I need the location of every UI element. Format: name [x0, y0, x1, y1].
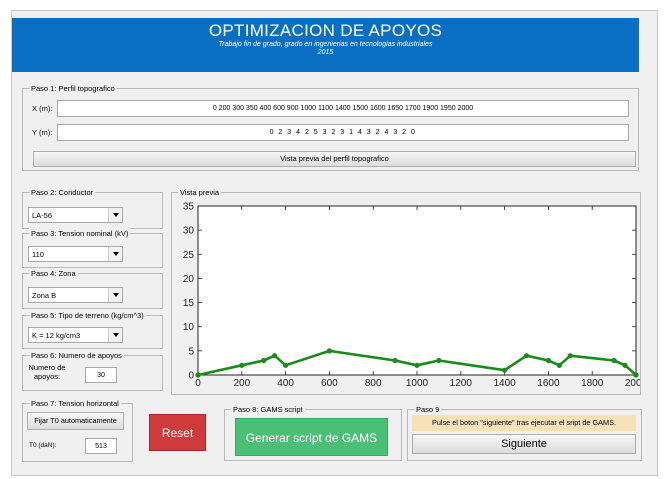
chevron-down-icon[interactable] — [108, 208, 122, 222]
profile-point — [523, 353, 530, 359]
profile-point — [545, 357, 551, 364]
y-tick-label: 35 — [183, 202, 195, 213]
x-tick-label: 1200 — [450, 378, 473, 389]
supports-label: Numero de apoyos: — [28, 363, 66, 381]
profile-point — [272, 353, 278, 359]
profile-point — [633, 372, 639, 378]
app-subtitle: Trabajo fin de grado, grado en ingenieri… — [218, 41, 433, 48]
step8-panel: Paso 8: GAMS script Generar script de GA… — [224, 404, 402, 461]
profile-point — [502, 367, 508, 373]
voltage-select[interactable]: 110 — [28, 246, 123, 262]
step9-legend: Paso 9 — [414, 404, 442, 415]
step5-legend: Paso 5: Tipo de terreno (kg/cm^3) — [29, 310, 146, 321]
step7-panel: Paso 7: Tension horizontal Fijar T0 auto… — [22, 398, 133, 462]
app-year: 2015 — [317, 49, 334, 56]
profile-point — [414, 362, 420, 368]
step1-panel: Paso 1: Perfil topografico X (m): 0 200 … — [22, 83, 639, 171]
x-tick-label: 200 — [233, 378, 250, 389]
step6-legend: Paso 6: Numero de apoyos — [29, 350, 124, 361]
profile-point — [611, 357, 617, 364]
step5-panel: Paso 5: Tipo de terreno (kg/cm^3) K = 12… — [22, 310, 163, 349]
x-tick-label: 1800 — [581, 378, 604, 389]
conductor-select[interactable]: LA-56 — [28, 207, 123, 223]
profile-point — [239, 362, 245, 368]
y-tick-label: 15 — [183, 298, 195, 309]
x-input[interactable]: 0 200 300 350 400 600 900 1000 1100 1400… — [57, 100, 629, 117]
step8-legend: Paso 8: GAMS script — [231, 404, 305, 415]
profile-preview-button[interactable]: Vista previa del perfil topografico — [33, 151, 636, 167]
t0-label: T0 (daN): — [29, 442, 57, 449]
step3-legend: Paso 3: Tension nominal (kV) — [29, 228, 131, 239]
zone-value: Zona B — [32, 291, 57, 300]
header-banner: OPTIMIZACION DE APOYOS Trabajo fin de gr… — [12, 18, 639, 72]
terrain-value: K = 12 kg/cm3 — [32, 331, 81, 340]
x-tick-label: 2000 — [625, 378, 640, 389]
profile-chart: 0 5 10 15 20 25 30 35 0 200 400 600 800 1000 1200 1400 1… — [183, 202, 640, 390]
step3-panel: Paso 3: Tension nominal (kV) 110 — [22, 228, 163, 268]
y-tick-label: 10 — [183, 322, 195, 333]
chevron-down-icon[interactable] — [108, 288, 122, 302]
x-tick-label: 1000 — [406, 378, 429, 389]
profile-point — [195, 372, 201, 378]
x-tick-label: 800 — [365, 378, 382, 389]
plot-area — [197, 205, 637, 376]
y-input[interactable]: 0 2 3 4 2 5 3 2 3 1 4 3 2 4 3 2 0 — [57, 124, 629, 141]
x-tick-label: 400 — [277, 378, 294, 389]
voltage-value: 110 — [32, 250, 44, 259]
t0-input[interactable]: 513 — [85, 438, 117, 454]
step7-legend: Paso 7: Tension horizontal — [29, 398, 121, 409]
profile-point — [326, 348, 332, 354]
step2-legend: Paso 2: Conductor — [29, 187, 96, 198]
profile-point — [261, 357, 267, 364]
chevron-down-icon[interactable] — [108, 247, 122, 261]
supports-input[interactable]: 30 — [85, 367, 117, 383]
step4-legend: Paso 4: Zona — [29, 268, 78, 279]
step6-panel: Paso 6: Numero de apoyos Numero de apoyo… — [22, 350, 163, 391]
app-title: OPTIMIZACION DE APOYOS — [208, 21, 443, 40]
y-tick-label: 20 — [183, 274, 195, 285]
profile-point — [283, 362, 289, 368]
x-tick-label: 600 — [321, 378, 338, 389]
conductor-value: LA-56 — [32, 211, 53, 220]
y-tick-label: 30 — [183, 226, 195, 237]
y-tick-label: 25 — [183, 250, 195, 261]
instruction-message: Pulse el boton "siguiente" tras ejecutar… — [412, 415, 636, 431]
y-tick-label: 5 — [188, 346, 194, 357]
generate-gams-button[interactable]: Generar script de GAMS — [235, 418, 388, 456]
step9-panel: Paso 9 Pulse el boton "siguiente" tras e… — [407, 404, 642, 461]
auto-t0-button[interactable]: Fijar T0 automaticamente — [27, 412, 124, 430]
x-tick-label: 1400 — [493, 378, 516, 389]
step4-panel: Paso 4: Zona Zona B — [22, 268, 163, 309]
x-tick-label: 1600 — [537, 378, 560, 389]
y-label: Y (m): — [32, 128, 53, 137]
step2-panel: Paso 2: Conductor LA-56 — [22, 187, 163, 229]
y-tick-label: 0 — [188, 371, 194, 382]
profile-point — [436, 357, 442, 364]
x-tick-label: 0 — [195, 378, 201, 389]
x-label: X (m): — [32, 104, 53, 113]
profile-point — [567, 353, 573, 359]
profile-point — [622, 362, 628, 368]
step1-legend: Paso 1: Perfil topografico — [29, 83, 117, 94]
profile-point — [392, 357, 398, 364]
profile-point — [556, 362, 562, 368]
zone-select[interactable]: Zona B — [28, 287, 123, 303]
next-button[interactable]: Siguiente — [412, 434, 636, 454]
reset-button[interactable]: Reset — [149, 414, 206, 451]
terrain-select[interactable]: K = 12 kg/cm3 — [28, 327, 123, 343]
chevron-down-icon[interactable] — [108, 328, 122, 342]
